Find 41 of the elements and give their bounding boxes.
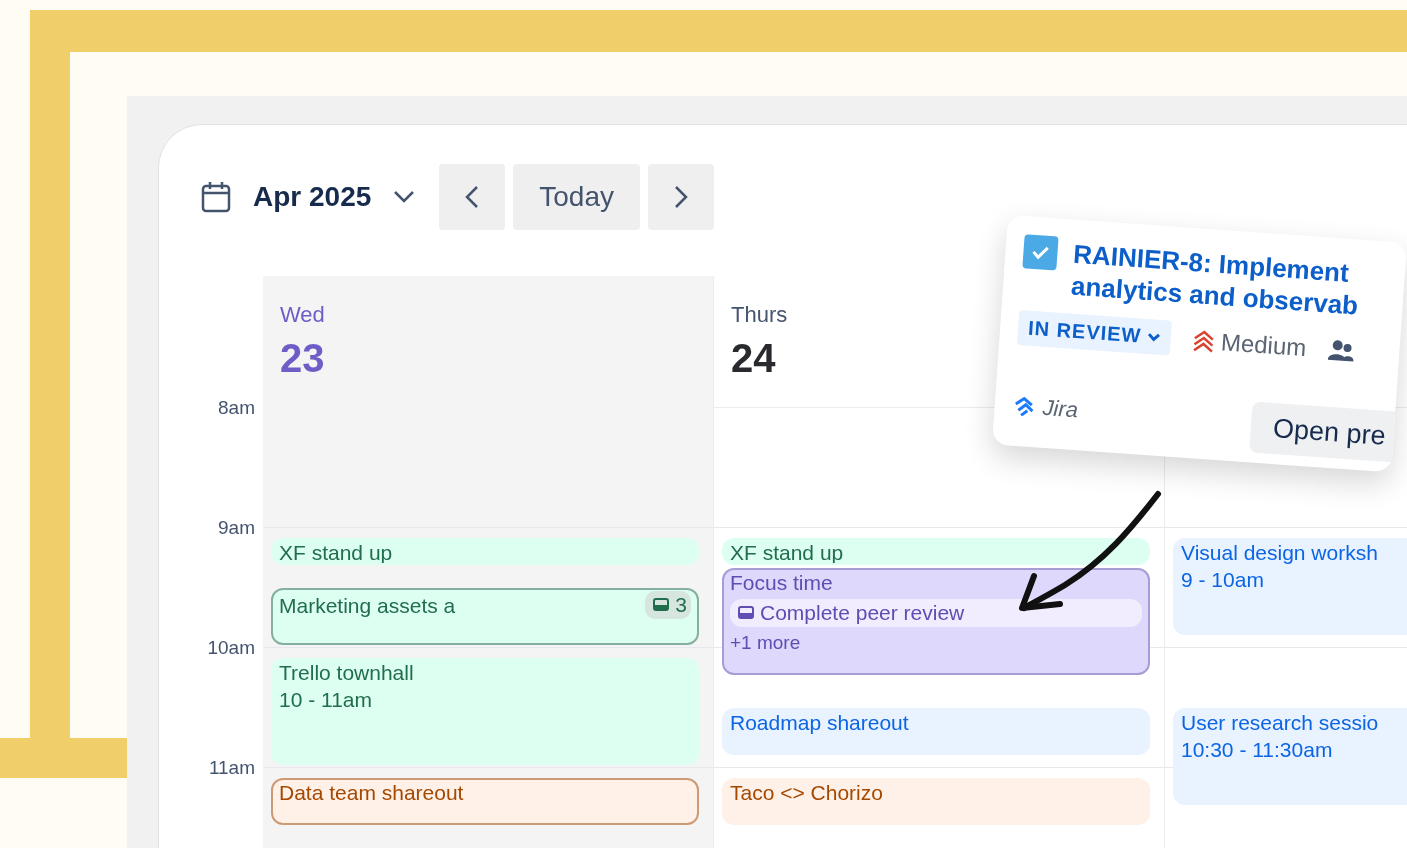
laptop-icon: [738, 606, 754, 620]
calendar-event[interactable]: Marketing assets a 3: [271, 588, 699, 645]
time-label: 11am: [207, 758, 256, 780]
event-time: 10 - 11am: [279, 689, 373, 711]
people-icon: [1327, 338, 1355, 362]
weekday-label: Wed: [280, 302, 326, 328]
calendar-icon: [201, 181, 231, 213]
calendar-event[interactable]: Focus time Complete peer review +1 more: [722, 568, 1150, 675]
weekday-label: Thurs: [731, 302, 789, 328]
more-link[interactable]: +1 more: [730, 633, 1142, 653]
calendar-event[interactable]: Visual design worksh 9 - 10am: [1173, 538, 1407, 635]
open-button[interactable]: Open pre: [1249, 401, 1396, 463]
calendar-event[interactable]: Roadmap shareout: [722, 708, 1150, 755]
event-time: 10:30 - 11:30am: [1181, 739, 1334, 761]
previous-button[interactable]: [439, 164, 506, 230]
calendar-event[interactable]: User research sessio 10:30 - 11:30am: [1173, 708, 1407, 805]
calendar-event[interactable]: Taco <> Chorizo: [722, 778, 1150, 825]
chevron-left-icon: [465, 185, 480, 209]
checkbox[interactable]: [1022, 234, 1059, 271]
calendar-event[interactable]: Trello townhall 10 - 11am: [271, 658, 699, 765]
chevron-down-icon: [1146, 331, 1162, 343]
today-button[interactable]: Today: [513, 164, 640, 230]
task-chip[interactable]: Complete peer review: [730, 599, 1142, 627]
check-icon: [1031, 244, 1050, 260]
time-label: 9am: [217, 518, 256, 540]
laptop-icon: [653, 598, 670, 612]
status-dropdown[interactable]: IN REVIEW: [1016, 310, 1173, 356]
priority-text: Medium: [1220, 327, 1308, 362]
source-text: Jira: [1041, 394, 1079, 423]
event-time: 9 - 10am: [1181, 569, 1265, 591]
chevron-right-icon: [674, 185, 688, 209]
month-label: Apr 2025: [253, 181, 372, 213]
calendar-event[interactable]: Data team shareout: [271, 778, 699, 825]
next-button[interactable]: [648, 164, 714, 230]
source-icon: [1012, 395, 1036, 417]
priority-icon: [1192, 327, 1216, 354]
time-label: 8am: [217, 398, 256, 420]
date-number[interactable]: 23: [280, 336, 696, 381]
count-badge: 3: [645, 591, 691, 619]
time-label: 10am: [206, 638, 256, 660]
chevron-down-icon[interactable]: [393, 190, 416, 204]
